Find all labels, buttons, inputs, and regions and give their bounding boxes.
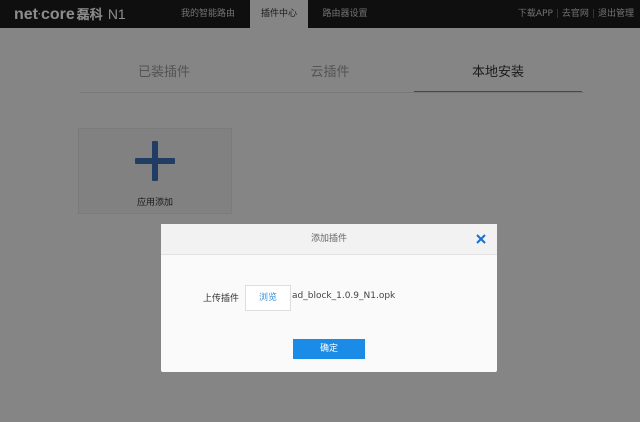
add-plugin-dialog: 添加插件 上传插件 浏览 ad_block_1.0.9_N1.opk 确定 [161, 224, 497, 372]
dialog-title: 添加插件 [310, 234, 347, 244]
confirm-button[interactable]: 确定 [293, 339, 365, 359]
close-icon[interactable] [475, 233, 487, 245]
browse-button[interactable]: 浏览 [245, 285, 291, 311]
upload-plugin-label: 上传插件 [203, 294, 240, 304]
dialog-header: 添加插件 [161, 224, 497, 255]
selected-file-name: ad_block_1.0.9_N1.opk [292, 291, 396, 301]
